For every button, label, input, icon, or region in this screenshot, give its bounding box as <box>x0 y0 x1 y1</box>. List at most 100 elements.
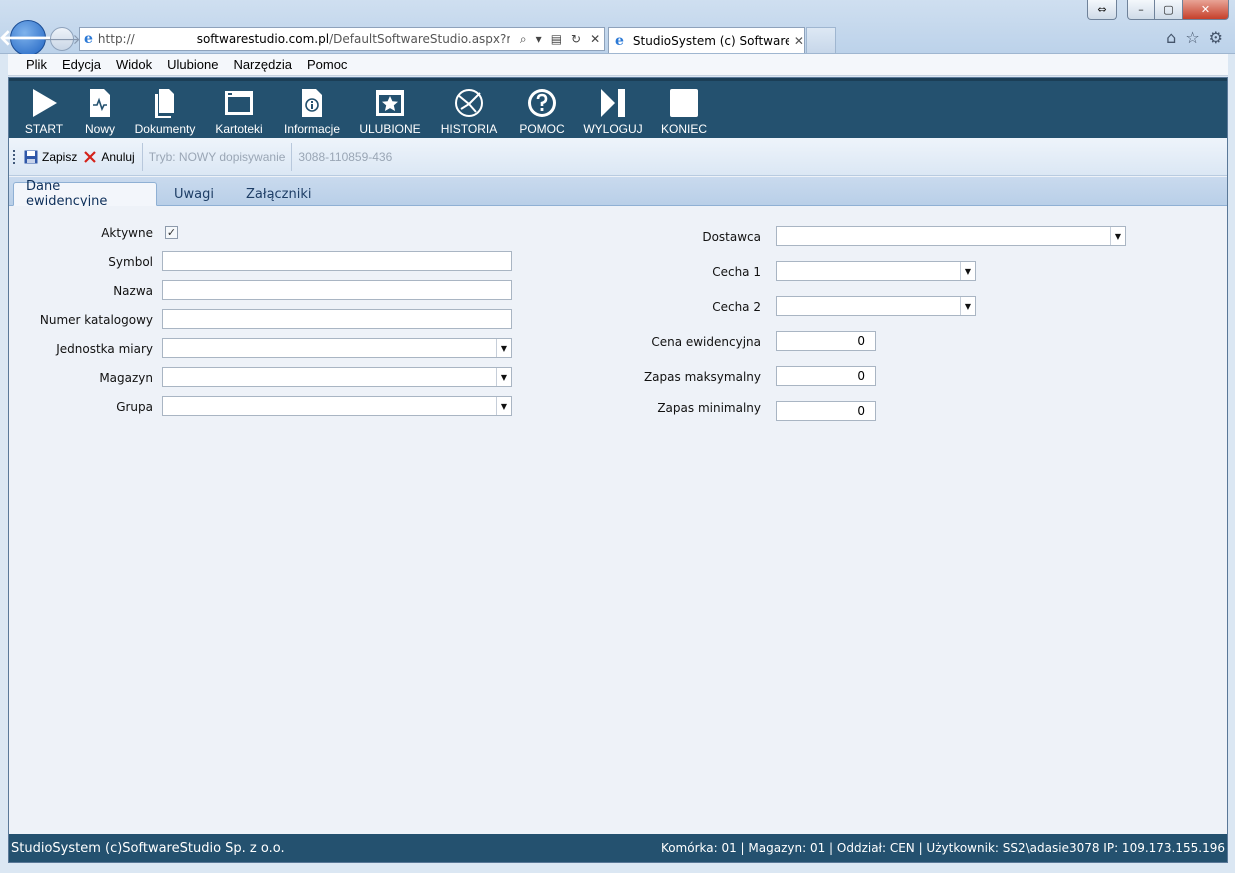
browser-menubar: Plik Edycja Widok Ulubione Narzędzia Pom… <box>8 54 1228 76</box>
documents-icon <box>155 89 174 118</box>
dropdown-arrow-icon[interactable]: ▼ <box>1110 227 1125 245</box>
floppy-disk-icon <box>24 150 38 163</box>
toolbar-nowy-button[interactable]: Nowy <box>75 81 125 138</box>
cena-ewidencyjna-input[interactable]: 0 <box>776 331 876 351</box>
home-icon[interactable]: ⌂ <box>1166 28 1176 47</box>
mode-indicator: Tryb: NOWY dopisywanie <box>148 149 286 164</box>
toolbar-grip[interactable] <box>13 149 16 164</box>
tab-close-icon[interactable]: ✕ <box>794 34 804 48</box>
toolbar-informacje-label: Informacje <box>283 122 341 136</box>
browser-tab[interactable]: e StudioSystem (c) SoftwareS... ✕ <box>608 27 805 53</box>
zapas-maksymalny-label: Zapas maksymalny <box>643 370 761 384</box>
cecha-1-select[interactable]: ▼ <box>776 261 976 281</box>
cancel-button[interactable]: Anuluj <box>80 150 137 164</box>
jednostka-miary-label: Jednostka miary <box>56 342 153 356</box>
toolbar-dokumenty-button[interactable]: Dokumenty <box>125 81 205 138</box>
cena-ewidencyjna-label: Cena ewidencyjna <box>651 335 761 349</box>
forward-button[interactable]: 🡒 <box>43 27 81 51</box>
new-tab-button[interactable] <box>806 27 836 53</box>
toolbar-dokumenty-label: Dokumenty <box>134 122 196 136</box>
toolbar-ulubione-button[interactable]: ULUBIONE <box>351 81 429 138</box>
toolbar-informacje-button[interactable]: Informacje <box>273 81 351 138</box>
action-bar: Zapisz Anuluj Tryb: NOWY dopisywanie 308… <box>9 138 1227 176</box>
menu-ulubione[interactable]: Ulubione <box>167 57 218 72</box>
stop-load-icon[interactable]: ✕ <box>590 32 600 47</box>
save-button[interactable]: Zapisz <box>21 150 80 164</box>
toolbar-koniec-button[interactable]: KONIEC <box>651 81 717 138</box>
menu-narzedzia[interactable]: Narzędzia <box>233 57 292 72</box>
zapas-minimalny-input[interactable]: 0 <box>776 401 876 421</box>
action-separator <box>291 142 293 171</box>
dropdown-arrow-icon[interactable]: ▼ <box>496 368 511 386</box>
maximize-button[interactable]: ▢ <box>1155 0 1183 20</box>
grupa-select[interactable]: ▼ <box>162 396 512 416</box>
history-icon <box>455 89 483 117</box>
logout-icon <box>601 89 625 117</box>
main-toolbar: START Nowy Dokumenty Kartoteki Informacj… <box>9 78 1227 138</box>
menu-pomoc[interactable]: Pomoc <box>307 57 347 72</box>
settings-gear-icon[interactable]: ⚙ <box>1209 28 1223 47</box>
symbol-input[interactable] <box>162 251 512 271</box>
form-content: Aktywne ✓ Symbol Nazwa Numer katalogowy … <box>9 206 1227 834</box>
toolbar-pomoc-label: POMOC <box>519 122 565 136</box>
dropdown-icon[interactable]: ▾ <box>536 32 542 47</box>
play-icon <box>33 89 57 117</box>
tab-dane-ewidencyjne[interactable]: Dane ewidencyjne <box>13 179 157 209</box>
toolbar-pomoc-button[interactable]: POMOC <box>509 81 575 138</box>
toolbar-ulubione-label: ULUBIONE <box>359 122 421 136</box>
star-icon <box>376 90 404 116</box>
toolbar-start-label: START <box>24 122 64 136</box>
cecha-1-label: Cecha 1 <box>712 265 761 279</box>
new-document-icon <box>90 89 110 117</box>
app-frame: START Nowy Dokumenty Kartoteki Informacj… <box>8 77 1228 863</box>
toolbar-start-button[interactable]: START <box>13 81 75 138</box>
address-url[interactable]: http:// softwarestudio.com.pl/DefaultSof… <box>98 32 510 46</box>
toolbar-wyloguj-button[interactable]: WYLOGUJ <box>575 81 651 138</box>
minimize-button[interactable]: – <box>1127 0 1155 20</box>
numer-katalogowy-input[interactable] <box>162 309 512 329</box>
cecha-2-select[interactable]: ▼ <box>776 296 976 316</box>
close-window-button[interactable]: ✕ <box>1183 0 1229 20</box>
menu-widok[interactable]: Widok <box>116 57 152 72</box>
back-button[interactable]: 🡐 <box>0 20 58 56</box>
menu-plik[interactable]: Plik <box>26 57 47 72</box>
red-x-icon <box>84 150 97 163</box>
ie-page-icon: e <box>84 31 93 47</box>
tab-zalaczniki[interactable]: Załączniki <box>234 182 324 206</box>
search-icon[interactable]: ⌕ <box>520 32 527 47</box>
dostawca-label: Dostawca <box>702 230 761 244</box>
compat-view-icon[interactable]: ▤ <box>551 32 562 47</box>
action-separator <box>141 142 143 171</box>
address-prefix: http:// <box>97 32 135 46</box>
toolbar-nowy-label: Nowy <box>84 122 115 136</box>
nazwa-input[interactable] <box>162 280 512 300</box>
dostawca-select[interactable]: ▼ <box>776 226 1126 246</box>
browser-chrome: ⇔ – ▢ ✕ 🡐 🡒 e http:// softwarestudio.com… <box>0 0 1235 56</box>
stop-icon <box>670 89 698 117</box>
address-bar[interactable]: e http:// softwarestudio.com.pl/DefaultS… <box>79 27 605 51</box>
toolbar-historia-label: HISTORIA <box>440 122 498 136</box>
info-icon <box>302 89 322 117</box>
zapas-minimalny-label: Zapas minimalny <box>657 401 761 415</box>
dropdown-arrow-icon[interactable]: ▼ <box>960 262 975 280</box>
menu-edycja[interactable]: Edycja <box>62 57 101 72</box>
dropdown-arrow-icon[interactable]: ▼ <box>960 297 975 315</box>
dropdown-arrow-icon[interactable]: ▼ <box>496 339 511 357</box>
dropdown-arrow-icon[interactable]: ▼ <box>496 397 511 415</box>
toolbar-historia-button[interactable]: HISTORIA <box>429 81 509 138</box>
restore-size-icon[interactable]: ⇔ <box>1087 0 1117 20</box>
refresh-icon[interactable]: ↻ <box>571 32 581 47</box>
toolbar-kartoteki-button[interactable]: Kartoteki <box>205 81 273 138</box>
zapas-maksymalny-input[interactable]: 0 <box>776 366 876 386</box>
status-session-info: Komórka: 01 | Magazyn: 01 | Oddział: CEN… <box>660 841 1225 855</box>
form-tabs: Dane ewidencyjne Uwagi Załączniki <box>9 177 1227 209</box>
tab-uwagi[interactable]: Uwagi <box>162 182 226 206</box>
address-domain: softwarestudio.com.pl <box>196 32 330 46</box>
aktywne-checkbox[interactable]: ✓ <box>165 226 178 239</box>
jednostka-miary-select[interactable]: ▼ <box>162 338 512 358</box>
window-controls: ⇔ – ▢ ✕ <box>1087 0 1229 20</box>
favorites-star-icon[interactable]: ☆ <box>1185 28 1199 47</box>
nazwa-label: Nazwa <box>113 284 153 298</box>
save-label: Zapisz <box>42 149 78 164</box>
magazyn-select[interactable]: ▼ <box>162 367 512 387</box>
